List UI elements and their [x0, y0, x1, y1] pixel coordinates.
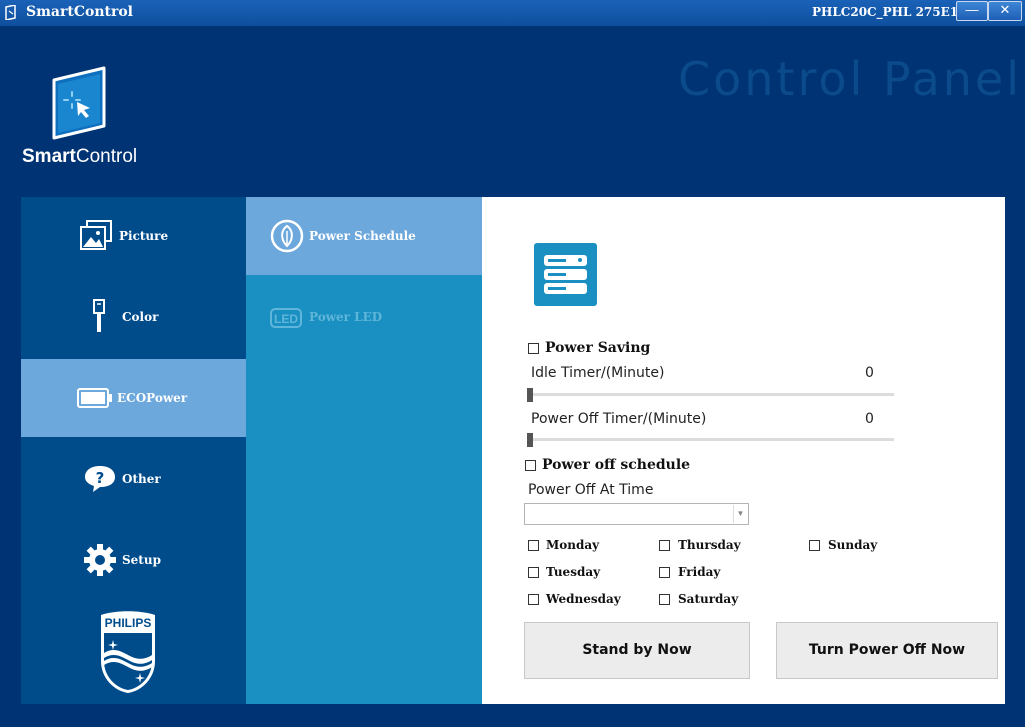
- day-checkbox-sunday[interactable]: [809, 540, 820, 551]
- nav-item-other[interactable]: ? Other: [21, 440, 246, 518]
- day-label-sunday: Sunday: [828, 538, 878, 552]
- close-button[interactable]: ✕: [988, 1, 1022, 21]
- content-panel: Power Saving Idle Timer/(Minute) 0 Power…: [482, 197, 1005, 704]
- picture-icon: [80, 220, 112, 250]
- power-off-time-dropdown[interactable]: ▼: [524, 503, 749, 525]
- day-label-monday: Monday: [546, 538, 600, 552]
- monitor-model: PHLC20C_PHL 275E1: [812, 5, 959, 19]
- power-off-schedule-checkbox[interactable]: [525, 460, 536, 471]
- turn-power-off-now-button[interactable]: Turn Power Off Now: [776, 622, 998, 679]
- nav-item-color[interactable]: Color: [21, 278, 246, 356]
- nav-item-setup[interactable]: Setup: [21, 521, 246, 599]
- gear-icon: [84, 544, 116, 576]
- brand-wordmark: SmartControl: [22, 146, 137, 168]
- idle-timer-label: Idle Timer/(Minute): [531, 365, 665, 381]
- panel-title: Control Panel: [678, 52, 1022, 106]
- day-checkbox-friday[interactable]: [659, 567, 670, 578]
- day-checkbox-monday[interactable]: [528, 540, 539, 551]
- led-badge-text: LED: [274, 312, 298, 326]
- day-checkbox-wednesday[interactable]: [528, 594, 539, 605]
- svg-text:?: ?: [96, 469, 105, 487]
- brand-bold: Smart: [22, 146, 76, 167]
- brand-rest: Control: [75, 146, 138, 167]
- battery-icon: [77, 388, 112, 408]
- color-icon: [93, 299, 105, 332]
- stand-by-now-button[interactable]: Stand by Now: [524, 622, 750, 679]
- minimize-icon: —: [965, 2, 979, 17]
- nav-item-picture[interactable]: Picture: [21, 197, 246, 275]
- help-bubble-icon: ?: [85, 466, 115, 492]
- power-off-timer-slider-track[interactable]: [527, 438, 894, 441]
- day-label-thursday: Thursday: [678, 538, 741, 552]
- nav-item-ecopower[interactable]: ECOPower: [21, 359, 246, 437]
- window-title: SmartControl: [26, 4, 133, 20]
- day-checkbox-thursday[interactable]: [659, 540, 670, 551]
- title-bar: SmartControl PHLC20C_PHL 275E1 — ✕: [0, 0, 1025, 26]
- nav-label-other: Other: [122, 472, 161, 486]
- day-label-saturday: Saturday: [678, 592, 739, 606]
- power-saving-checkbox[interactable]: [528, 343, 539, 354]
- nav-label-setup: Setup: [122, 553, 161, 567]
- subnav-label-power-led: Power LED: [309, 310, 383, 324]
- day-label-wednesday: Wednesday: [546, 592, 621, 606]
- subnav-item-power-led[interactable]: LED Power LED: [246, 278, 482, 356]
- leaf-icon: [270, 219, 304, 253]
- close-icon: ✕: [999, 2, 1011, 17]
- minimize-button[interactable]: —: [956, 1, 988, 21]
- idle-timer-slider-thumb[interactable]: [527, 388, 533, 402]
- sub-navigation: Power Schedule LED Power LED: [246, 197, 482, 704]
- nav-label-ecopower: ECOPower: [117, 391, 188, 405]
- subnav-item-power-schedule[interactable]: Power Schedule: [246, 197, 482, 275]
- nav-label-color: Color: [122, 310, 159, 324]
- smartcontrol-logo-icon: [52, 66, 106, 140]
- power-saving-label: Power Saving: [545, 340, 651, 356]
- idle-timer-value: 0: [865, 365, 874, 381]
- power-off-timer-label: Power Off Timer/(Minute): [531, 411, 707, 427]
- subnav-label-power-schedule: Power Schedule: [309, 229, 416, 243]
- day-label-tuesday: Tuesday: [546, 565, 601, 579]
- philips-wordmark: PHILIPS: [105, 616, 152, 630]
- chevron-down-icon[interactable]: ▼: [733, 505, 747, 523]
- day-label-friday: Friday: [678, 565, 721, 579]
- power-off-time-label: Power Off At Time: [528, 482, 654, 498]
- day-checkbox-saturday[interactable]: [659, 594, 670, 605]
- nav-label-picture: Picture: [119, 229, 169, 243]
- led-icon: LED: [270, 308, 302, 328]
- power-schedule-tile-icon: [534, 243, 597, 306]
- power-off-schedule-label: Power off schedule: [542, 457, 691, 473]
- app-icon: [5, 5, 16, 20]
- idle-timer-slider-track[interactable]: [527, 393, 894, 396]
- day-checkbox-tuesday[interactable]: [528, 567, 539, 578]
- left-navigation: Picture Color ECOPower ? Other Setup PHI…: [21, 197, 246, 704]
- power-off-timer-slider-thumb[interactable]: [527, 433, 533, 447]
- power-off-timer-value: 0: [865, 411, 874, 427]
- philips-logo-icon: PHILIPS: [101, 611, 155, 693]
